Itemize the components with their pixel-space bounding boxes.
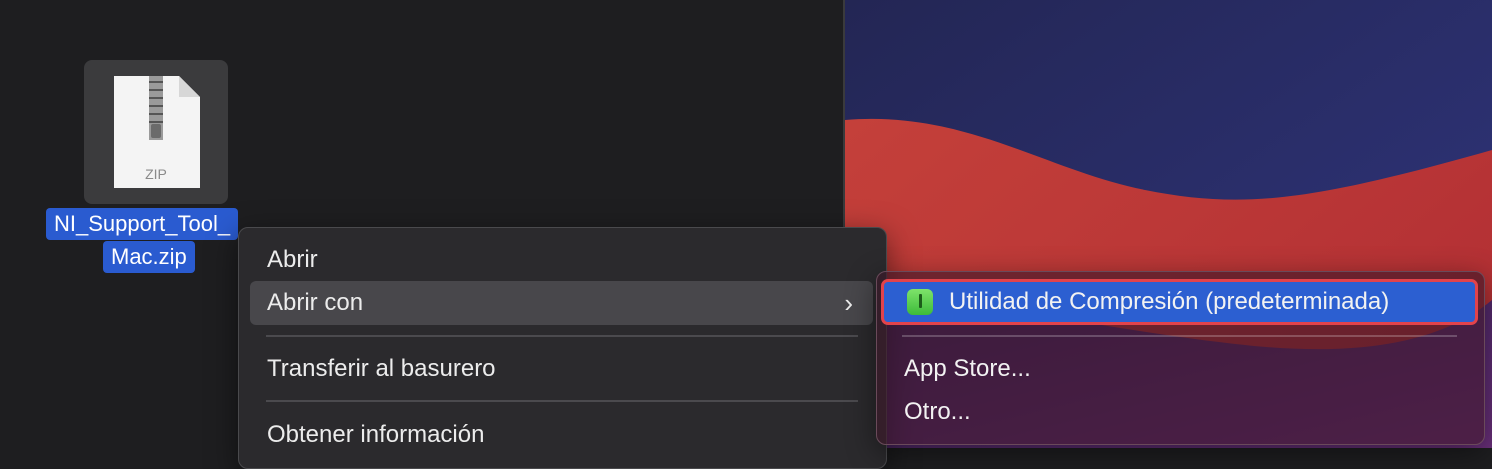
- menu-item-transferir-basurero[interactable]: Transferir al basurero: [250, 347, 873, 391]
- menu-item-label: Abrir con: [267, 289, 364, 316]
- submenu-item-otro[interactable]: Otro...: [904, 394, 971, 430]
- submenu-separator: [902, 335, 1457, 337]
- menu-item-obtener-informacion[interactable]: Obtener información: [250, 413, 873, 457]
- abrir-con-submenu: Utilidad de Compresión (predeterminada) …: [876, 271, 1485, 445]
- menu-separator: [266, 400, 858, 402]
- submenu-item-label: Utilidad de Compresión (predeterminada): [949, 288, 1390, 315]
- menu-item-label: Obtener información: [267, 421, 485, 448]
- menu-item-label: Abrir: [267, 246, 318, 273]
- context-menu: Abrir Abrir con › Transferir al basurero…: [238, 227, 887, 469]
- menu-separator: [266, 335, 858, 337]
- zip-type-label: ZIP: [145, 166, 167, 182]
- zip-file-icon[interactable]: ZIP: [84, 60, 228, 204]
- menu-item-abrir-con[interactable]: Abrir con ›: [250, 281, 873, 325]
- chevron-right-icon: ›: [844, 288, 853, 318]
- archive-utility-icon: [907, 289, 933, 315]
- submenu-item-archive-utility[interactable]: Utilidad de Compresión (predeterminada): [881, 279, 1478, 325]
- submenu-item-app-store[interactable]: App Store...: [904, 351, 1031, 387]
- file-name-line1: NI_Support_Tool_: [46, 208, 239, 240]
- menu-item-abrir[interactable]: Abrir: [250, 238, 873, 282]
- menu-item-label: Transferir al basurero: [267, 355, 496, 382]
- file-name-line2: Mac.zip: [103, 241, 195, 273]
